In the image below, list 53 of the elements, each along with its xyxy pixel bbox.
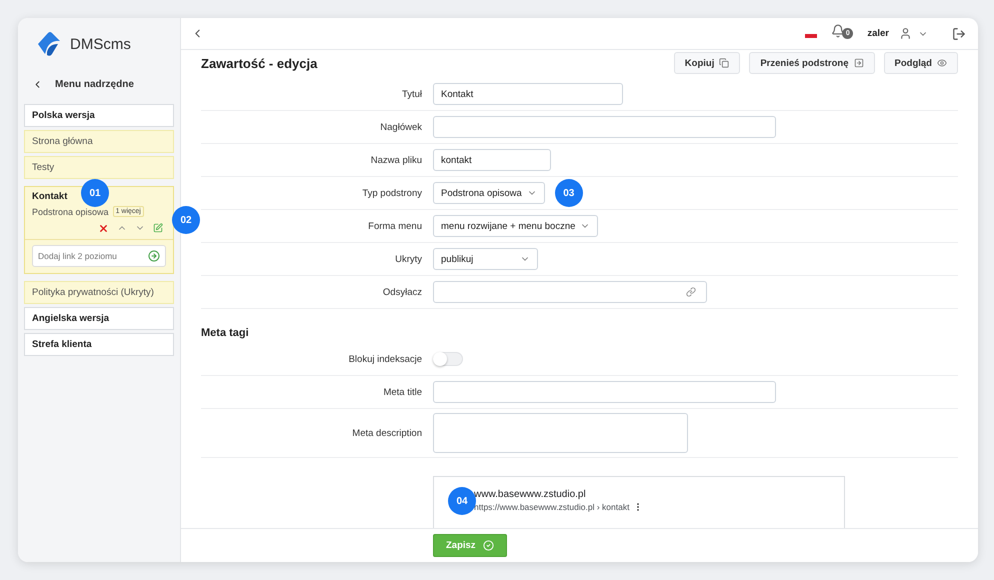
toggle-switch[interactable] bbox=[433, 352, 463, 366]
field-label: Blokuj indeksacje bbox=[348, 354, 422, 364]
step-marker: 01 bbox=[81, 179, 109, 207]
step-marker: 03 bbox=[554, 179, 583, 207]
field-label: Nagłówek bbox=[379, 122, 422, 132]
field-label: Meta description bbox=[351, 428, 422, 438]
field-label: Typ podstrony bbox=[361, 188, 422, 198]
menu-item[interactable]: Polityka prywatności (Ukryty) bbox=[24, 281, 174, 304]
menu-item-title: Kontakt bbox=[32, 191, 68, 202]
bell-icon[interactable] bbox=[831, 24, 846, 38]
step-marker: 02 bbox=[172, 206, 200, 234]
select-field[interactable]: menu rozwijane + menu boczne bbox=[433, 215, 598, 237]
link-icon bbox=[686, 287, 696, 297]
back-link[interactable]: Menu nadrzędne bbox=[32, 79, 174, 90]
user-icon[interactable] bbox=[899, 27, 912, 40]
delete-icon[interactable] bbox=[98, 223, 109, 234]
section-title: Meta tagi bbox=[201, 327, 250, 339]
logout-icon[interactable] bbox=[952, 26, 966, 40]
menu-item[interactable]: Polska wersja bbox=[24, 104, 174, 127]
copy-icon bbox=[719, 58, 730, 68]
field-label: Odsyłacz bbox=[382, 286, 422, 298]
add-link-field[interactable]: Dodaj link 2 poziomu bbox=[32, 245, 166, 267]
move-icon bbox=[854, 58, 864, 68]
link-field[interactable] bbox=[433, 281, 707, 303]
toolbar-button[interactable]: Przenieś podstronę bbox=[749, 52, 875, 74]
textarea-field[interactable] bbox=[433, 413, 688, 453]
edit-icon[interactable] bbox=[153, 223, 163, 233]
field-label: Meta title bbox=[382, 386, 422, 398]
field-label: Nazwa pliku bbox=[370, 154, 422, 166]
select-field[interactable]: Podstrona opisowa bbox=[433, 182, 545, 204]
field-label: Ukryty bbox=[394, 254, 422, 264]
page-title: Zawartość - edycja bbox=[201, 56, 318, 70]
menu-item[interactable]: Angielska wersja bbox=[24, 307, 174, 330]
go-icon bbox=[148, 250, 160, 262]
menu-item[interactable]: Strefa klienta bbox=[24, 333, 174, 356]
menu-item[interactable]: Strona główna bbox=[24, 130, 174, 153]
select-field[interactable]: publikuj bbox=[433, 248, 538, 270]
toolbar-button[interactable]: Kopiuj bbox=[674, 52, 740, 74]
field-label: Forma menu bbox=[367, 220, 422, 232]
field-label: Tytuł bbox=[400, 88, 422, 100]
text-field[interactable]: kontakt bbox=[433, 149, 551, 171]
preview-url: https://www.basewww.zstudio.pl › kontakt bbox=[474, 502, 630, 512]
text-field[interactable] bbox=[433, 116, 776, 138]
eye-icon bbox=[937, 58, 947, 68]
user-name[interactable]: zaler bbox=[867, 28, 889, 39]
menu-item[interactable]: Testy bbox=[24, 156, 174, 179]
text-field[interactable] bbox=[433, 381, 776, 403]
page-type: Podstrona opisowa bbox=[32, 206, 109, 216]
check-icon bbox=[482, 540, 494, 551]
toolbar-button[interactable]: Podgląd bbox=[884, 52, 958, 74]
logo-text: DMScms bbox=[70, 36, 131, 52]
text-field[interactable]: Kontakt bbox=[433, 83, 623, 105]
preview-site: www.basewww.zstudio.pl bbox=[474, 489, 587, 500]
